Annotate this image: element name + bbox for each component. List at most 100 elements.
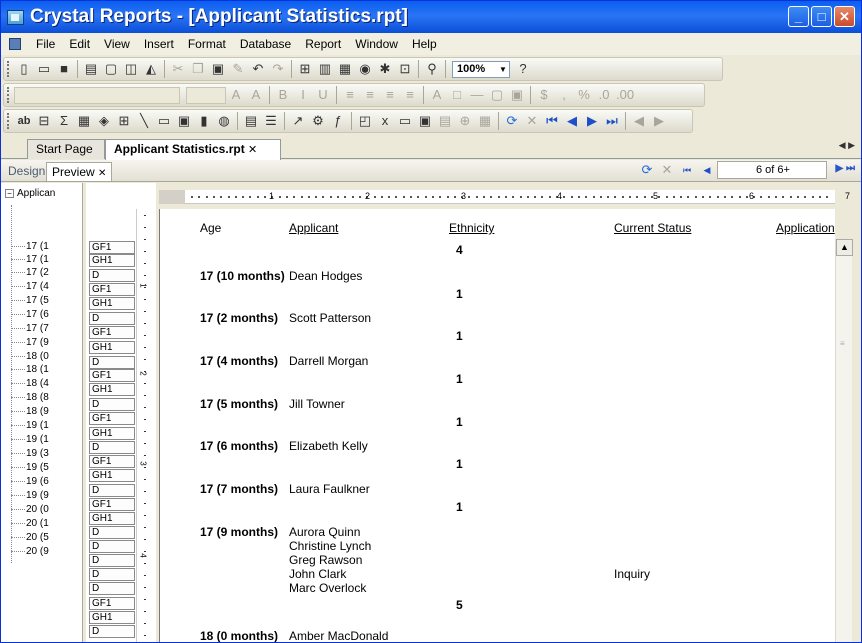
group-tree-item[interactable]: 20 (9 — [11, 546, 49, 557]
currency-icon[interactable]: $ — [536, 87, 552, 103]
zoom-select[interactable]: 100% ▼ — [452, 60, 510, 78]
group-tree-item[interactable]: 17 (4 — [11, 281, 49, 292]
stop-icon[interactable]: ✕ — [659, 162, 675, 178]
record-sort-icon[interactable]: ↗ — [290, 113, 306, 129]
close-preview-icon[interactable]: ✕ — [98, 168, 106, 179]
section-label[interactable]: D — [89, 540, 135, 553]
group-tree-item[interactable]: 19 (6 — [11, 476, 49, 487]
font-color-icon[interactable]: A — [429, 87, 445, 103]
cut-icon[interactable]: ✂ — [170, 61, 186, 77]
section-label[interactable]: D — [89, 356, 135, 369]
back-icon[interactable]: ◀ — [631, 113, 647, 129]
align-center-icon[interactable]: ≡ — [362, 87, 378, 103]
section-label[interactable]: D — [89, 398, 135, 411]
section-label[interactable]: GH1 — [89, 611, 135, 624]
forward-icon[interactable]: ▶ — [651, 113, 667, 129]
section-label[interactable]: D — [89, 582, 135, 595]
insert-chart-icon[interactable]: ▮ — [196, 113, 212, 129]
field-explorer-icon[interactable]: ▥ — [317, 61, 333, 77]
group-tree-item[interactable]: 17 (5 — [11, 295, 49, 306]
workshop-icon[interactable]: ⊡ — [397, 61, 413, 77]
menu-window[interactable]: Window — [348, 37, 405, 51]
page-indicator[interactable]: 6 of 6+ — [717, 161, 827, 179]
toolbar-grip[interactable] — [7, 113, 10, 129]
group-tree-item[interactable]: 17 (7 — [11, 323, 49, 334]
section-label[interactable]: GH1 — [89, 427, 135, 440]
previous-page-icon[interactable]: ◀ — [699, 162, 715, 178]
first-page-icon[interactable]: ⏮ — [679, 162, 695, 178]
formula-workshop-icon[interactable]: ƒ — [330, 113, 346, 129]
audit-icon[interactable]: ⊕ — [457, 113, 473, 129]
open-icon[interactable]: ▭ — [36, 61, 52, 77]
section-label[interactable]: GH1 — [89, 254, 135, 267]
insert-map-icon[interactable]: ◍ — [216, 113, 232, 129]
menu-report[interactable]: Report — [298, 37, 348, 51]
section-label[interactable]: GH1 — [89, 341, 135, 354]
insert-line-icon[interactable]: ╲ — [136, 113, 152, 129]
group-tree-item[interactable]: 19 (1 — [11, 420, 49, 431]
minimize-button[interactable]: _ — [788, 6, 809, 27]
expert-icon[interactable]: ◭ — [143, 61, 159, 77]
percent-icon[interactable]: % — [576, 87, 592, 103]
group-tree-item[interactable]: 19 (5 — [11, 462, 49, 473]
decrease-font-icon[interactable]: A — [248, 87, 264, 103]
menu-insert[interactable]: Insert — [137, 37, 181, 51]
group-tree-item[interactable]: 17 (1 — [11, 254, 49, 265]
section-label[interactable]: GF1 — [89, 326, 135, 339]
set-print-date-icon[interactable]: ▤ — [437, 113, 453, 129]
section-label[interactable]: GF1 — [89, 597, 135, 610]
insert-text-icon[interactable]: ab — [16, 113, 32, 129]
previous-page-icon[interactable]: ◀ — [564, 113, 580, 129]
align-left-icon[interactable]: ≡ — [342, 87, 358, 103]
toolbar-grip[interactable] — [7, 61, 10, 77]
bold-icon[interactable]: B — [275, 87, 291, 103]
line-icon[interactable]: — — [469, 87, 485, 103]
group-tree-item[interactable]: 17 (2 — [11, 267, 49, 278]
italic-icon[interactable]: I — [295, 87, 311, 103]
next-last-page-icons[interactable]: ▶ ⏭ — [836, 163, 855, 174]
section-label[interactable]: GF1 — [89, 498, 135, 511]
section-label[interactable]: GH1 — [89, 512, 135, 525]
section-label[interactable]: D — [89, 484, 135, 497]
section-label[interactable]: D — [89, 554, 135, 567]
tab-scroll-arrows[interactable]: ◀ ▶ — [839, 140, 855, 151]
group-tree-item[interactable]: 18 (9 — [11, 406, 49, 417]
title-bar[interactable]: Crystal Reports - [Applicant Statistics.… — [1, 1, 861, 33]
print-preview-icon[interactable]: ▢ — [103, 61, 119, 77]
find-icon[interactable]: ⚲ — [424, 61, 440, 77]
group-tree-item[interactable]: 17 (1 — [11, 241, 49, 252]
repository-explorer-icon[interactable]: ◉ — [357, 61, 373, 77]
scroll-up-icon[interactable]: ▲ — [836, 239, 853, 256]
group-tree-item[interactable]: 18 (4 — [11, 378, 49, 389]
close-button[interactable]: ✕ — [834, 6, 855, 27]
section-label[interactable]: GF1 — [89, 455, 135, 468]
group-tree-item[interactable]: 17 (9 — [11, 337, 49, 348]
lock-format-icon[interactable]: ▣ — [509, 87, 525, 103]
formula-icon[interactable]: x — [377, 113, 393, 129]
menu-edit[interactable]: Edit — [62, 37, 97, 51]
first-page-icon[interactable]: ⏮ — [544, 113, 560, 129]
section-label[interactable]: GF1 — [89, 369, 135, 382]
insert-olap-icon[interactable]: ◈ — [96, 113, 112, 129]
maximize-button[interactable]: □ — [811, 6, 832, 27]
section-label[interactable]: D — [89, 625, 135, 638]
menu-format[interactable]: Format — [181, 37, 233, 51]
suppress-icon[interactable]: ▢ — [489, 87, 505, 103]
tab-preview[interactable]: Preview ✕ — [46, 162, 113, 181]
toolbar-grip[interactable] — [7, 87, 10, 103]
section-label[interactable]: GF1 — [89, 241, 135, 254]
group-tree-item[interactable]: 20 (5 — [11, 532, 49, 543]
menu-help[interactable]: Help — [405, 37, 444, 51]
help-icon[interactable]: ? — [515, 61, 531, 77]
increase-font-icon[interactable]: A — [228, 87, 244, 103]
insert-crosstab-icon[interactable]: ▦ — [76, 113, 92, 129]
justify-icon[interactable]: ≡ — [402, 87, 418, 103]
decrease-decimal-icon[interactable]: .00 — [616, 87, 634, 103]
group-tree-item[interactable]: 20 (0 — [11, 504, 49, 515]
export-icon[interactable]: ◫ — [123, 61, 139, 77]
group-tree-item[interactable]: 19 (9 — [11, 490, 49, 501]
new-icon[interactable]: ▯ — [16, 61, 32, 77]
dependency-checker-icon[interactable]: ✱ — [377, 61, 393, 77]
group-tree-item[interactable]: 19 (3 — [11, 448, 49, 459]
tab-design[interactable]: Design — [3, 162, 50, 181]
